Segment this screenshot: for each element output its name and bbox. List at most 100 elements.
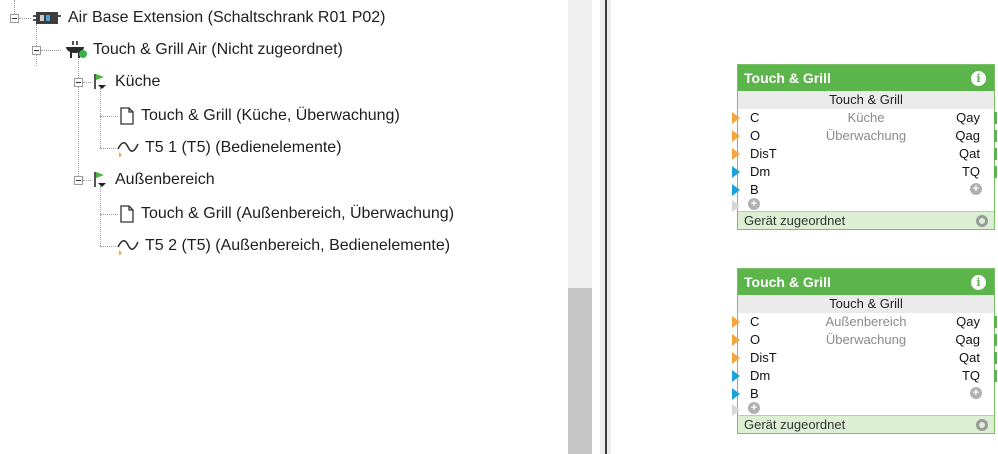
tree-node-label: Küche bbox=[115, 73, 161, 90]
air-base-device-icon bbox=[33, 11, 63, 25]
tree-node-label: Touch & Grill (Außenbereich, Überwachung… bbox=[141, 205, 455, 222]
block-title: Touch & Grill bbox=[744, 274, 831, 290]
input-label: B bbox=[750, 386, 759, 401]
input-port[interactable] bbox=[732, 112, 740, 124]
splitter-line bbox=[605, 0, 607, 454]
add-output-icon[interactable]: + bbox=[970, 183, 982, 195]
output-port[interactable] bbox=[994, 148, 997, 160]
document-icon bbox=[118, 205, 136, 223]
scrollbar-thumb[interactable] bbox=[568, 288, 592, 454]
tree-node-label: Touch & Grill (Küche, Überwachung) bbox=[141, 107, 400, 124]
panel-splitter[interactable] bbox=[600, 0, 611, 454]
signal-wave-icon bbox=[116, 237, 140, 256]
tree-connector bbox=[41, 50, 61, 51]
input-label: B bbox=[750, 182, 759, 197]
input-port[interactable] bbox=[732, 316, 740, 328]
input-label: Dm bbox=[750, 164, 771, 179]
signal-wave-icon bbox=[116, 139, 140, 158]
gear-icon[interactable] bbox=[976, 214, 988, 227]
tree-node-touch-grill-air[interactable]: Touch & Grill Air (Nicht zugeordnet) bbox=[64, 38, 343, 62]
output-label: Qay bbox=[956, 110, 980, 125]
block-title: Touch & Grill bbox=[744, 70, 831, 86]
tree-node-air-base-extension[interactable]: Air Base Extension (Schaltschrank R01 P0… bbox=[33, 6, 385, 30]
input-label: O bbox=[750, 128, 761, 143]
block-subtitle: Touch & Grill bbox=[738, 295, 994, 313]
output-label: Qag bbox=[955, 332, 980, 347]
device-assigned-status: Gerät zugeordnet bbox=[744, 213, 846, 228]
info-icon[interactable]: i bbox=[971, 274, 986, 290]
tree-connector bbox=[100, 148, 116, 149]
block-header[interactable]: Touch & Grill i bbox=[738, 269, 994, 295]
grill-device-icon bbox=[64, 41, 88, 59]
output-port[interactable] bbox=[994, 370, 997, 382]
tree-connector bbox=[36, 24, 37, 66]
input-port[interactable] bbox=[732, 388, 740, 400]
input-port[interactable] bbox=[732, 184, 740, 196]
collapse-toggle[interactable] bbox=[10, 14, 19, 23]
tree-connector bbox=[100, 214, 118, 215]
add-output-icon[interactable]: + bbox=[970, 387, 982, 399]
tree-connector bbox=[14, 0, 15, 14]
output-label: TQ bbox=[961, 368, 980, 383]
room-flag-icon bbox=[90, 171, 110, 189]
tree-connector bbox=[100, 246, 116, 247]
output-label: TQ bbox=[961, 164, 980, 179]
tree-connector bbox=[100, 116, 118, 117]
output-label: Qat bbox=[959, 146, 980, 161]
tree-node-t5-1[interactable]: T5 1 (T5) (Bedienelemente) bbox=[116, 136, 342, 160]
gear-icon[interactable] bbox=[976, 418, 988, 431]
function-block-touch-grill-aussenbereich[interactable]: Touch & Grill i Touch & Grill Außenberei… bbox=[732, 268, 997, 434]
tree-node-label: T5 2 (T5) (Außenbereich, Bedienelemente) bbox=[145, 237, 451, 254]
tree-node-touch-grill-kueche[interactable]: Touch & Grill (Küche, Überwachung) bbox=[118, 104, 400, 128]
tree-connector bbox=[78, 56, 79, 180]
block-body: Außenbereich Überwachung C O DisT Dm B +… bbox=[732, 313, 997, 416]
block-footer[interactable]: Gerät zugeordnet bbox=[738, 211, 994, 229]
tree-node-t5-2[interactable]: T5 2 (T5) (Außenbereich, Bedienelemente) bbox=[116, 234, 450, 258]
block-footer[interactable]: Gerät zugeordnet bbox=[738, 415, 994, 433]
input-port[interactable] bbox=[732, 352, 740, 364]
collapse-toggle[interactable] bbox=[32, 46, 41, 55]
input-label: DisT bbox=[750, 146, 777, 161]
block-header[interactable]: Touch & Grill i bbox=[738, 65, 994, 91]
tree-node-label: T5 1 (T5) (Bedienelemente) bbox=[145, 139, 342, 156]
tree-node-touch-grill-aussenbereich[interactable]: Touch & Grill (Außenbereich, Überwachung… bbox=[118, 202, 454, 226]
output-port[interactable] bbox=[994, 130, 997, 142]
input-port[interactable] bbox=[732, 404, 740, 416]
input-label: C bbox=[750, 110, 760, 125]
block-subtitle: Touch & Grill bbox=[738, 91, 994, 109]
add-input-icon[interactable]: + bbox=[748, 198, 760, 210]
tree-connector bbox=[100, 186, 101, 246]
input-port[interactable] bbox=[732, 130, 740, 142]
room-flag-icon bbox=[90, 73, 110, 91]
output-port[interactable] bbox=[994, 112, 997, 124]
output-port[interactable] bbox=[994, 316, 997, 328]
input-port[interactable] bbox=[732, 148, 740, 160]
tree-node-kueche[interactable]: Küche bbox=[90, 70, 160, 94]
function-block-touch-grill-kueche[interactable]: Touch & Grill i Touch & Grill Küche Über… bbox=[732, 64, 997, 230]
output-port[interactable] bbox=[994, 334, 997, 346]
add-input-icon[interactable]: + bbox=[748, 402, 760, 414]
input-port[interactable] bbox=[732, 370, 740, 382]
input-port[interactable] bbox=[732, 166, 740, 178]
input-label: O bbox=[750, 332, 761, 347]
tree-node-aussenbereich[interactable]: Außenbereich bbox=[90, 168, 215, 192]
collapse-toggle[interactable] bbox=[74, 78, 83, 87]
input-label: C bbox=[750, 314, 760, 329]
tree-connector bbox=[19, 18, 31, 19]
block-body: Küche Überwachung C O DisT Dm B + Qay Qa… bbox=[732, 109, 997, 212]
output-port[interactable] bbox=[994, 166, 997, 178]
output-port[interactable] bbox=[994, 352, 997, 364]
tree-scrollbar[interactable] bbox=[568, 0, 592, 454]
input-port[interactable] bbox=[732, 334, 740, 346]
device-assigned-status: Gerät zugeordnet bbox=[744, 417, 846, 432]
output-label: Qat bbox=[959, 350, 980, 365]
collapse-toggle[interactable] bbox=[74, 176, 83, 185]
input-port[interactable] bbox=[732, 200, 740, 212]
info-icon[interactable]: i bbox=[971, 70, 986, 86]
document-icon bbox=[118, 107, 136, 125]
output-label: Qag bbox=[955, 128, 980, 143]
tree-connector bbox=[100, 88, 101, 148]
project-tree: Air Base Extension (Schaltschrank R01 P0… bbox=[0, 0, 568, 454]
tree-node-label: Außenbereich bbox=[115, 171, 215, 188]
input-label: Dm bbox=[750, 368, 771, 383]
